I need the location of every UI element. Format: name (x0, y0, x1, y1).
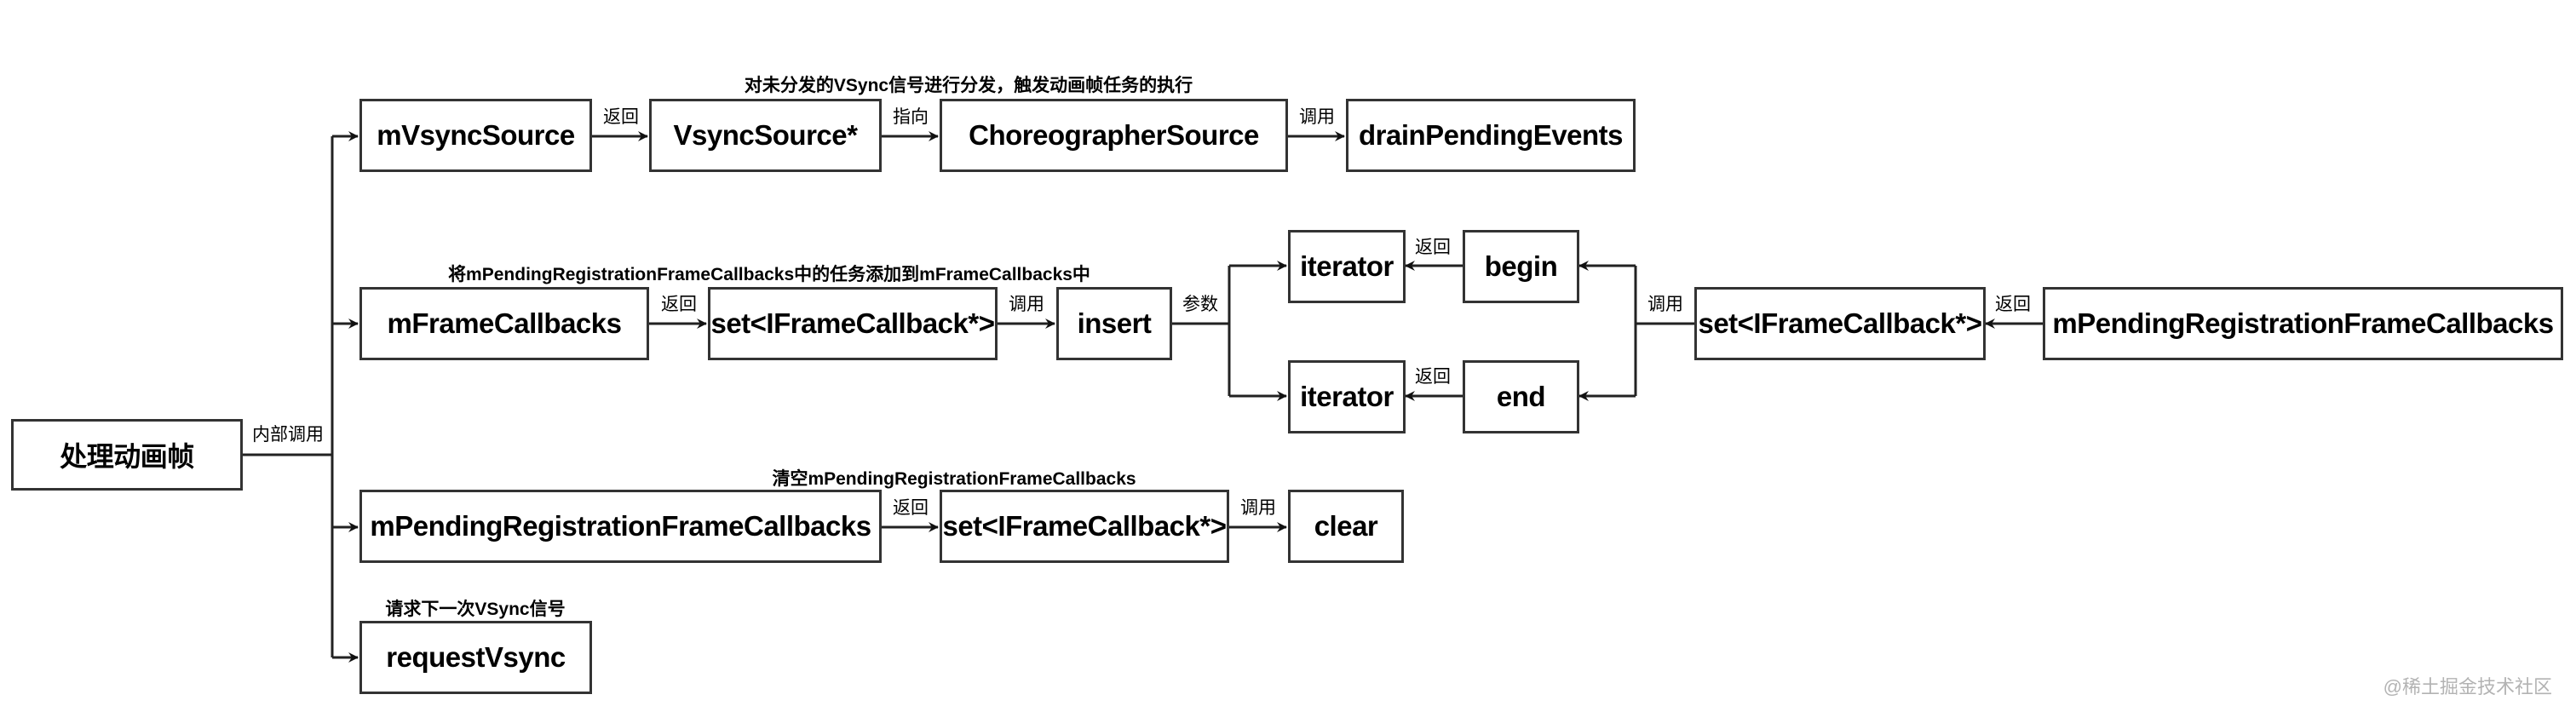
flow-diagram: 处理动画帧 内部调用 对未分发的VSync信号进行分发，触发动画帧任务的执行 m… (0, 0, 2576, 706)
node-end: end (1463, 360, 1579, 433)
node-mframecallbacks: mFrameCallbacks (359, 287, 649, 360)
note-row2: 将mPendingRegistrationFrameCallbacks中的任务添… (448, 265, 1090, 284)
edge-label-call: 调用 (1240, 498, 1276, 518)
note-row3: 清空mPendingRegistrationFrameCallbacks (772, 469, 1136, 489)
node-set-iframecallback-row3: set<IFrameCallback*> (940, 490, 1229, 563)
edge-label-params: 参数 (1182, 295, 1218, 314)
edge-label-return: 返回 (893, 498, 929, 518)
node-iterator-bottom: iterator (1288, 360, 1406, 433)
note-row1: 对未分发的VSync信号进行分发，触发动画帧任务的执行 (744, 76, 1193, 95)
node-mpendingregistration-right: mPendingRegistrationFrameCallbacks (2043, 287, 2563, 360)
node-drainpendingevents: drainPendingEvents (1346, 99, 1636, 172)
edge-label-call-right: 调用 (1647, 295, 1683, 314)
node-iterator-top: iterator (1288, 230, 1406, 303)
node-insert: insert (1056, 287, 1172, 360)
edge-label-return-right: 返回 (1995, 295, 2031, 314)
watermark: @稀土掘金技术社区 (2383, 676, 2552, 697)
edge-label-call: 调用 (1009, 295, 1044, 314)
note-row4: 请求下一次VSync信号 (385, 600, 566, 619)
edge-label-call: 调用 (1299, 107, 1335, 127)
edge-label-internal-call: 内部调用 (252, 425, 324, 445)
edge-label-return: 返回 (661, 295, 697, 314)
edge-label-return-end: 返回 (1415, 367, 1451, 387)
node-choreographersource: ChoreographerSource (940, 99, 1288, 172)
node-process-frame: 处理动画帧 (11, 419, 243, 491)
edge-label-return-begin: 返回 (1415, 238, 1451, 257)
node-requestvsync: requestVsync (359, 621, 592, 694)
node-clear: clear (1288, 490, 1404, 563)
node-mpendingregistration: mPendingRegistrationFrameCallbacks (359, 490, 882, 563)
edge-label-return: 返回 (603, 107, 639, 127)
node-set-iframecallback-right: set<IFrameCallback*> (1694, 287, 1986, 360)
node-mvsyncsource: mVsyncSource (359, 99, 592, 172)
node-vsyncsource-ptr: VsyncSource* (649, 99, 882, 172)
edge-label-points-to: 指向 (893, 107, 929, 127)
node-begin: begin (1463, 230, 1579, 303)
node-set-iframecallback: set<IFrameCallback*> (708, 287, 998, 360)
